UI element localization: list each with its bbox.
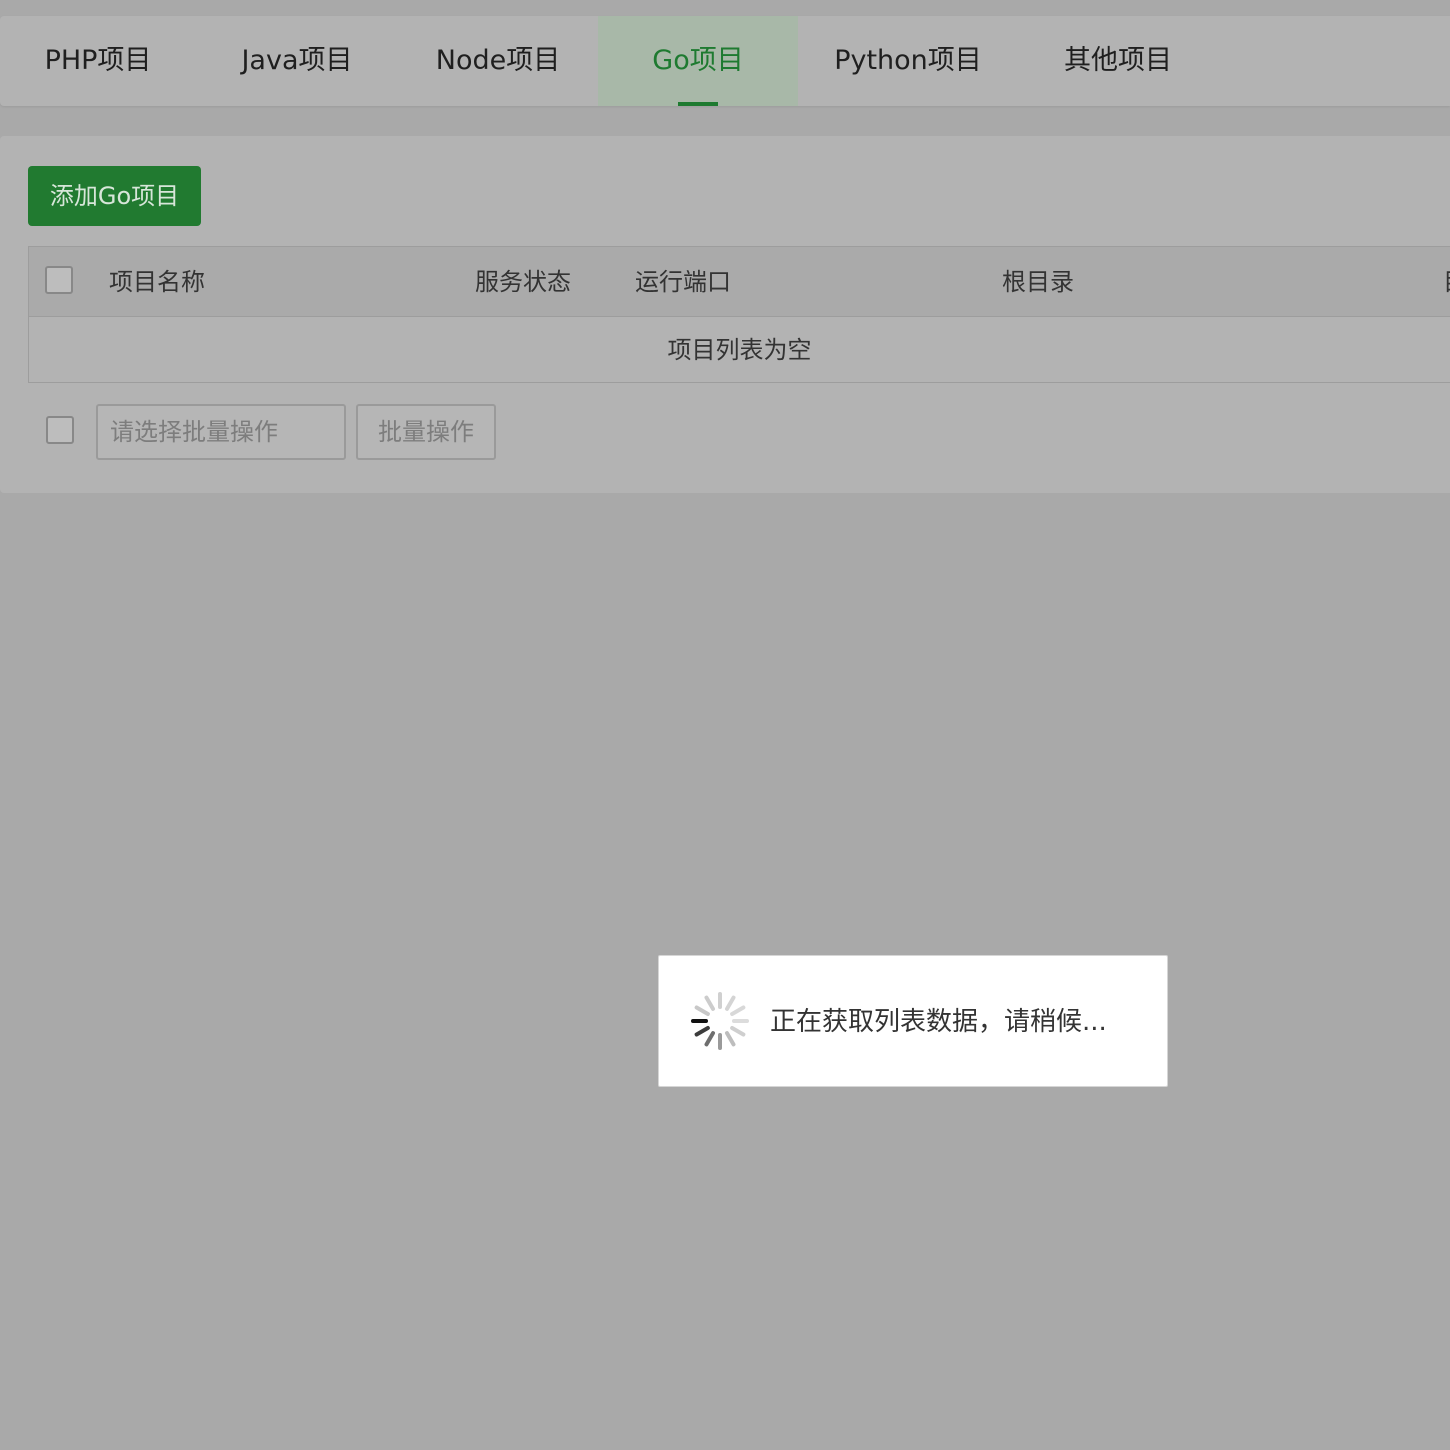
batch-select-checkbox[interactable] <box>46 416 74 444</box>
column-service-status[interactable]: 服务状态 <box>475 247 571 317</box>
project-type-tabs: PHP项目 Java项目 Node项目 Go项目 Python项目 其他项目 <box>0 16 1450 106</box>
loading-message: 正在获取列表数据，请稍候... <box>770 1007 1107 1037</box>
column-root-dir[interactable]: 根目录 <box>1002 247 1074 317</box>
active-tab-indicator <box>678 102 718 106</box>
tab-go[interactable]: Go项目 <box>598 16 798 106</box>
tab-other[interactable]: 其他项目 <box>1018 16 1218 106</box>
project-table: 项目名称 服务状态 运行端口 根目录 目 项目列表为空 <box>28 246 1450 383</box>
tab-node[interactable]: Node项目 <box>398 16 598 106</box>
add-go-project-button[interactable]: 添加Go项目 <box>28 166 201 226</box>
table-header: 项目名称 服务状态 运行端口 根目录 目 <box>29 247 1450 317</box>
tab-php[interactable]: PHP项目 <box>0 16 196 106</box>
batch-operation-select[interactable]: 请选择批量操作 <box>96 404 346 460</box>
project-manager-page: PHP项目 Java项目 Node项目 Go项目 Python项目 其他项目 添… <box>0 0 1450 1450</box>
tab-python[interactable]: Python项目 <box>798 16 1018 106</box>
column-project-name[interactable]: 项目名称 <box>109 247 205 317</box>
empty-list-message: 项目列表为空 <box>667 336 812 364</box>
column-run-port[interactable]: 运行端口 <box>635 247 731 317</box>
loading-spinner-icon <box>691 992 749 1050</box>
tab-java[interactable]: Java项目 <box>196 16 398 106</box>
project-list-card: 添加Go项目 项目名称 服务状态 运行端口 根目录 目 项目列表为空 请选择批量… <box>0 136 1450 493</box>
select-all-checkbox[interactable] <box>45 266 73 294</box>
batch-operation-button[interactable]: 批量操作 <box>356 404 496 460</box>
tab-go-label: Go项目 <box>652 45 744 76</box>
column-truncated[interactable]: 目 <box>1443 247 1450 317</box>
loading-toast: 正在获取列表数据，请稍候... <box>658 955 1168 1087</box>
